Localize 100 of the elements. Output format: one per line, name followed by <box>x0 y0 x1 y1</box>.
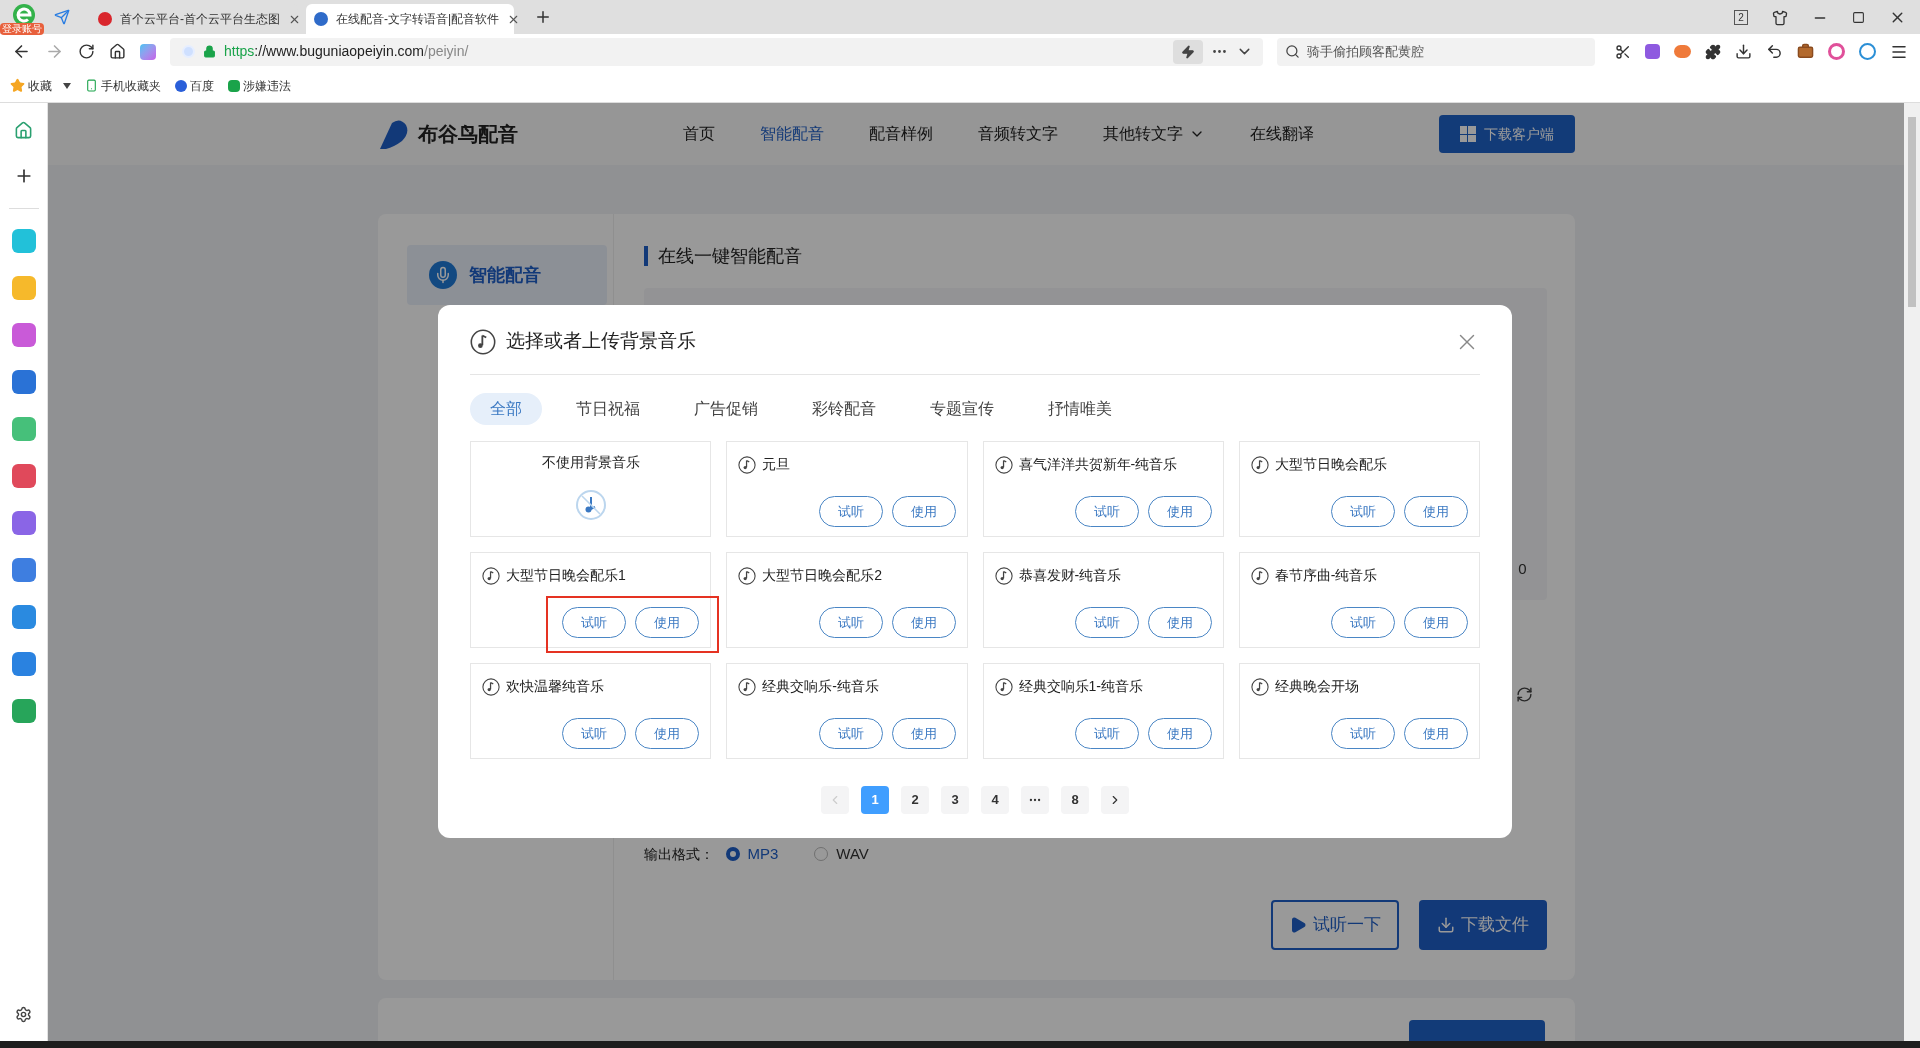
music-title: 恭喜发财-纯音乐 <box>1018 566 1122 585</box>
music-title: 经典交响乐1-纯音乐 <box>1018 677 1143 696</box>
download-client-button[interactable]: 下载客户端 <box>1438 115 1575 153</box>
scrollbar-thumb[interactable] <box>1908 117 1916 307</box>
page-button[interactable]: 3 <box>941 786 969 814</box>
music-note-icon <box>738 566 757 585</box>
output-format-label: 输出格式： <box>643 844 714 864</box>
music-card[interactable]: 经典交响乐-纯音乐 试听 使用 <box>726 663 968 759</box>
category-tab[interactable]: 抒情唯美 <box>1028 393 1132 425</box>
microphone-icon <box>428 261 457 289</box>
bookmark-link[interactable]: 收藏 <box>10 76 71 95</box>
new-tab-icon[interactable] <box>534 8 552 26</box>
music-card[interactable]: 欢快温馨纯音乐 试听 使用 <box>470 663 712 759</box>
music-card[interactable]: 大型节日晚会配乐1 试听 使用 <box>470 552 712 648</box>
page-button[interactable]: 2 <box>901 786 929 814</box>
search-field[interactable]: 骑手偷拍顾客配黄腔 <box>1277 37 1595 66</box>
music-title: 不使用背景音乐 <box>541 453 640 472</box>
music-title: 欢快温馨纯音乐 <box>506 677 604 696</box>
scissors-icon[interactable] <box>1615 43 1631 60</box>
settings-icon[interactable] <box>15 1006 32 1023</box>
extensions-icon[interactable] <box>1705 43 1721 60</box>
music-card[interactable]: 不使用背景音乐 <box>470 441 712 537</box>
phone-icon <box>85 79 98 92</box>
music-title: 元旦 <box>762 455 791 474</box>
lock-icon <box>203 45 216 58</box>
tab-title: 首个云平台-首个云平台生态图 <box>120 11 280 28</box>
music-card[interactable]: 元旦 试听 使用 <box>726 441 968 537</box>
page-button[interactable]: 4 <box>981 786 1009 814</box>
music-card[interactable]: 经典晚会开场 试听 使用 <box>1238 663 1480 759</box>
music-title: 大型节日晚会配乐1 <box>506 566 626 585</box>
music-card[interactable]: 大型节日晚会配乐 试听 使用 <box>1238 441 1480 537</box>
site-icon <box>98 12 112 26</box>
music-note-icon <box>470 328 496 355</box>
briefcase-icon[interactable] <box>1797 43 1814 60</box>
music-title: 经典晚会开场 <box>1274 677 1359 696</box>
music-note-icon <box>738 677 757 696</box>
download-file-button[interactable]: 下载文件 <box>1418 899 1547 950</box>
download-icon[interactable] <box>1735 43 1752 60</box>
music-note-icon <box>994 677 1013 696</box>
nav-link[interactable]: 配音样例 <box>868 122 933 146</box>
music-note-icon <box>1250 455 1269 474</box>
music-note-icon <box>994 566 1013 585</box>
window-count[interactable]: 2 <box>1734 10 1748 25</box>
forward-icon[interactable] <box>45 42 64 61</box>
tab-title: 在线配音-文字转语音|配音软件 <box>336 11 500 28</box>
bookmark-link[interactable]: 百度 <box>175 76 214 95</box>
bookmark-link[interactable]: 涉嫌违法 <box>228 76 291 95</box>
refresh-icon[interactable] <box>1515 686 1533 703</box>
home-icon[interactable] <box>109 43 126 60</box>
download-icon <box>1436 915 1455 934</box>
music-title: 大型节日晚会配乐 <box>1274 455 1387 474</box>
music-title: 大型节日晚会配乐2 <box>762 566 883 585</box>
side-menu-item[interactable]: 智能配音 <box>406 245 607 305</box>
restore-icon[interactable] <box>1852 11 1865 24</box>
undo-icon[interactable] <box>1766 43 1783 60</box>
music-note-icon <box>1250 566 1269 585</box>
nav-link[interactable]: 首页 <box>682 122 715 146</box>
music-note-icon <box>994 455 1013 474</box>
music-card[interactable]: 恭喜发财-纯音乐 试听 使用 <box>982 552 1224 648</box>
music-title: 喜气洋洋共贺新年-纯音乐 <box>1018 455 1178 474</box>
dialog-title: 选择或者上传背景音乐 <box>506 329 696 354</box>
music-note-icon <box>482 677 500 696</box>
star-icon <box>10 78 25 93</box>
section-heading: 在线一键智能配音 <box>643 246 1547 266</box>
caret-icon[interactable] <box>63 82 71 89</box>
bookmark-link[interactable]: 手机收藏夹 <box>85 76 161 95</box>
site-icon <box>314 12 328 26</box>
use-button[interactable]: 使用 <box>1404 607 1468 638</box>
lightning-button[interactable] <box>1173 39 1203 64</box>
page-button[interactable]: 8 <box>1061 786 1089 814</box>
format-radio[interactable]: MP3 <box>725 843 779 866</box>
back-icon[interactable] <box>12 42 31 61</box>
music-note-icon <box>1250 677 1269 696</box>
music-card[interactable]: 春节序曲-纯音乐 试听 使用 <box>1238 552 1480 648</box>
nav-link[interactable]: 其他转文字 <box>1102 122 1205 146</box>
format-radio[interactable]: WAV <box>814 843 869 866</box>
account-badge[interactable]: 登录账号 <box>0 23 44 35</box>
char-count: 0 <box>1518 558 1527 579</box>
send-icon[interactable] <box>54 9 70 25</box>
lightning-icon <box>1181 44 1195 59</box>
music-card[interactable]: 喜气洋洋共贺新年-纯音乐 试听 使用 <box>982 441 1224 537</box>
preview-button[interactable]: 试听一下 <box>1270 899 1399 950</box>
address-field[interactable]: https://www.buguniaopeiyin.com/peiyin/ <box>170 37 1263 66</box>
category-tab[interactable]: 节日祝福 <box>556 393 660 425</box>
url-text: https://www.buguniaopeiyin.com/peiyin/ <box>224 42 469 61</box>
music-note-icon <box>482 566 500 585</box>
music-title: 春节序曲-纯音乐 <box>1274 566 1378 585</box>
search-icon <box>1285 43 1300 59</box>
nav-link[interactable]: 在线翻译 <box>1249 122 1314 146</box>
nav-link[interactable]: 音频转文字 <box>977 122 1058 146</box>
music-card[interactable]: 经典交响乐1-纯音乐 试听 使用 <box>982 663 1224 759</box>
category-tab[interactable]: 彩铃配音 <box>792 393 896 425</box>
category-tab[interactable]: 专题宣传 <box>910 393 1014 425</box>
skin-icon[interactable] <box>1772 9 1788 26</box>
music-card[interactable]: 大型节日晚会配乐2 试听 使用 <box>726 552 968 648</box>
category-tab[interactable]: 广告促销 <box>674 393 778 425</box>
nav-link[interactable]: 智能配音 <box>759 122 824 146</box>
site-logo-text: 布谷鸟配音 <box>417 122 518 147</box>
category-tab[interactable]: 全部 <box>470 393 542 425</box>
reload-icon[interactable] <box>78 43 95 60</box>
